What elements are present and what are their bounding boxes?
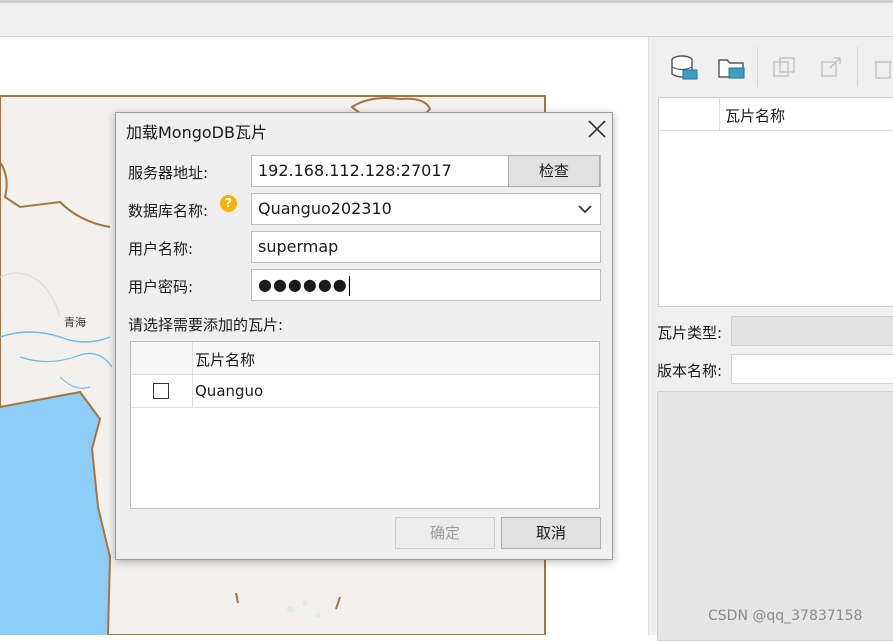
export-icon (821, 57, 841, 77)
tile-name-cell: Quanguo (195, 382, 264, 400)
tile-grid-header: 瓦片名称 (131, 342, 599, 375)
toolbar-separator (857, 47, 858, 87)
folder-icon (718, 59, 745, 79)
toolbar-edge (0, 0, 893, 3)
text-caret (348, 275, 350, 296)
password-value: ●●●●●● (258, 275, 348, 294)
user-name-value: supermap (258, 237, 339, 256)
database-add-button[interactable] (667, 51, 701, 85)
tile-list-header: 瓦片名称 (659, 98, 893, 131)
password-label: 用户密码: (128, 278, 194, 296)
user-name-label: 用户名称: (128, 240, 194, 258)
export-button[interactable] (815, 51, 849, 85)
islet-e (315, 612, 321, 618)
user-name-input[interactable]: supermap (251, 231, 601, 263)
delete-button[interactable] (867, 51, 893, 85)
tile-name-column-header: 瓦片名称 (195, 351, 256, 369)
version-label: 版本名称: (657, 362, 723, 380)
version-field[interactable] (731, 354, 893, 384)
close-button[interactable] (586, 118, 608, 140)
tile-selection-grid[interactable]: 瓦片名称 Quanguo (130, 341, 600, 509)
import-icon (773, 57, 795, 77)
server-address-label: 服务器地址: (128, 164, 209, 182)
database-name-value: Quanguo202310 (258, 199, 392, 218)
trash-icon (874, 61, 892, 79)
table-row[interactable]: Quanguo (131, 375, 599, 408)
ok-button[interactable]: 确定 (395, 517, 495, 549)
close-icon (588, 120, 606, 138)
import-button[interactable] (767, 51, 801, 85)
tile-list-grid[interactable]: 瓦片名称 (658, 97, 893, 307)
select-tiles-prompt: 请选择需要添加的瓦片: (128, 316, 284, 334)
database-icon (671, 55, 698, 80)
tile-type-label: 瓦片类型: (657, 324, 723, 342)
toolbar-separator (757, 47, 758, 87)
help-icon[interactable]: ? (220, 195, 237, 212)
open-folder-button[interactable] (715, 51, 749, 85)
password-input[interactable]: ●●●●●● (251, 269, 601, 301)
watermark: CSDN @qq_37837158 (708, 608, 863, 624)
islet-d (302, 600, 308, 606)
load-mongodb-tile-dialog: 加载MongoDB瓦片 服务器地址: 192.168.112.128:27017… (115, 112, 613, 560)
database-name-label: 数据库名称: (128, 202, 209, 220)
tile-type-field (731, 316, 893, 346)
tile-manager-panel: 瓦片名称 瓦片类型: 版本名称: (648, 37, 893, 641)
chevron-down-icon[interactable] (578, 194, 594, 224)
server-address-value: 192.168.112.128:27017 (258, 161, 452, 180)
tile-checkbox[interactable] (153, 383, 169, 399)
tile-name-column-header: 瓦片名称 (725, 107, 786, 125)
top-toolbar (0, 0, 893, 37)
tile-preview-area (657, 391, 893, 641)
dialog-title: 加载MongoDB瓦片 (126, 123, 267, 142)
map-label-qinghai: 青海 (64, 315, 86, 329)
islet-c (287, 606, 293, 612)
cancel-button[interactable]: 取消 (501, 517, 601, 549)
database-name-combo[interactable]: Quanguo202310 (251, 193, 601, 225)
check-button[interactable]: 检查 (508, 155, 600, 187)
